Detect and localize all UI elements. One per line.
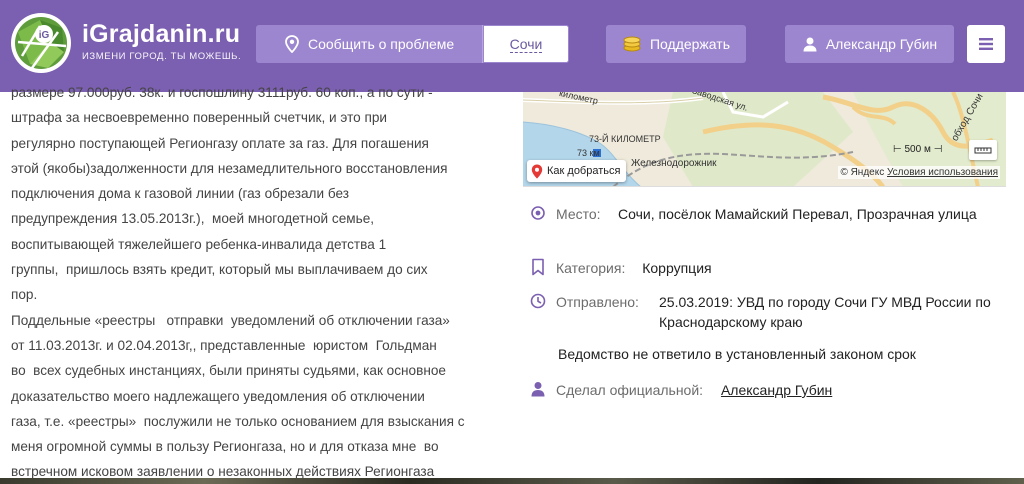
report-problem-button[interactable]: Сообщить о проблеме Сочи — [256, 25, 569, 63]
map-copyright: © Яндекс Условия использования — [838, 166, 1000, 179]
location-map[interactable]: километр Заводская ул. 73-Й КИЛОМЕТР 73 … — [523, 92, 1006, 187]
user-profile-button[interactable]: Александр Губин — [785, 25, 954, 63]
support-button[interactable]: Поддержать — [606, 25, 746, 63]
category-value: Коррупция — [642, 260, 712, 276]
copyright-prefix: © Яндекс — [840, 167, 885, 178]
user-icon — [803, 37, 817, 52]
menu-button[interactable] — [967, 25, 1005, 63]
ruler-icon[interactable] — [969, 140, 997, 160]
article-body: размере 97.000руб. 38к. и госпошлину 311… — [11, 80, 487, 484]
map-pin-icon — [285, 35, 299, 53]
logo-icon[interactable]: iG — [10, 12, 72, 74]
get-directions-button[interactable]: Как добраться — [527, 160, 627, 182]
user-name-label: Александр Губин — [825, 36, 938, 52]
coins-icon — [623, 36, 641, 52]
sent-row: Отправлено: 25.03.2019: УВД по городу Со… — [556, 292, 1006, 332]
report-problem-label: Сообщить о проблеме — [308, 36, 455, 52]
category-row: Категория: Коррупция — [556, 258, 712, 278]
map-marker-icon — [531, 164, 543, 178]
logo-title: iGrajdanin.ru — [82, 20, 241, 48]
clock-icon — [530, 293, 546, 309]
official-user-link[interactable]: Александр Губин — [721, 382, 832, 398]
map-label-73-kilometer: 73-Й КИЛОМЕТР — [589, 134, 661, 144]
article-text: размере 97.000руб. 38к. и госпошлину 311… — [11, 85, 465, 480]
logo-text[interactable]: iGrajdanin.ru ИЗМЕНИ ГОРОД. ТЫ МОЖЕШЬ. — [82, 20, 241, 62]
official-label: Сделал официальной: — [556, 382, 704, 398]
person-icon — [531, 382, 545, 397]
terms-of-use-link[interactable]: Условия использования — [887, 167, 998, 178]
place-row: Место: Сочи, посёлок Мамайский Перевал, … — [530, 204, 1010, 244]
sent-value: 25.03.2019: УВД по городу Сочи ГУ МВД Ро… — [659, 294, 991, 330]
map-label-railway: Железнодорожник — [631, 158, 717, 169]
city-label: Сочи — [509, 35, 543, 53]
map-scale: ⊢ 500 м ⊣ — [893, 144, 943, 155]
sent-label: Отправлено: — [556, 294, 639, 310]
bottom-image-strip — [0, 478, 1024, 484]
logo-subtitle: ИЗМЕНИ ГОРОД. ТЫ МОЖЕШЬ. — [82, 51, 242, 62]
support-label: Поддержать — [649, 36, 730, 52]
bookmark-icon — [532, 258, 544, 276]
hamburger-icon — [979, 38, 993, 50]
svg-text:iG: iG — [39, 30, 50, 41]
place-value: Сочи, посёлок Мамайский Перевал, Прозрач… — [618, 206, 977, 222]
official-row: Сделал официальной: Александр Губин — [556, 380, 832, 400]
site-header: iG iGrajdanin.ru ИЗМЕНИ ГОРОД. ТЫ МОЖЕШЬ… — [0, 0, 1024, 92]
city-selector[interactable]: Сочи — [483, 25, 569, 63]
get-directions-label: Как добраться — [547, 165, 621, 177]
map-label-73-km: 73 км — [577, 148, 600, 158]
no-response-note: Ведомство не ответило в установленный за… — [558, 346, 916, 362]
category-label: Категория: — [556, 260, 626, 276]
map-scale-label: 500 м — [904, 144, 931, 155]
